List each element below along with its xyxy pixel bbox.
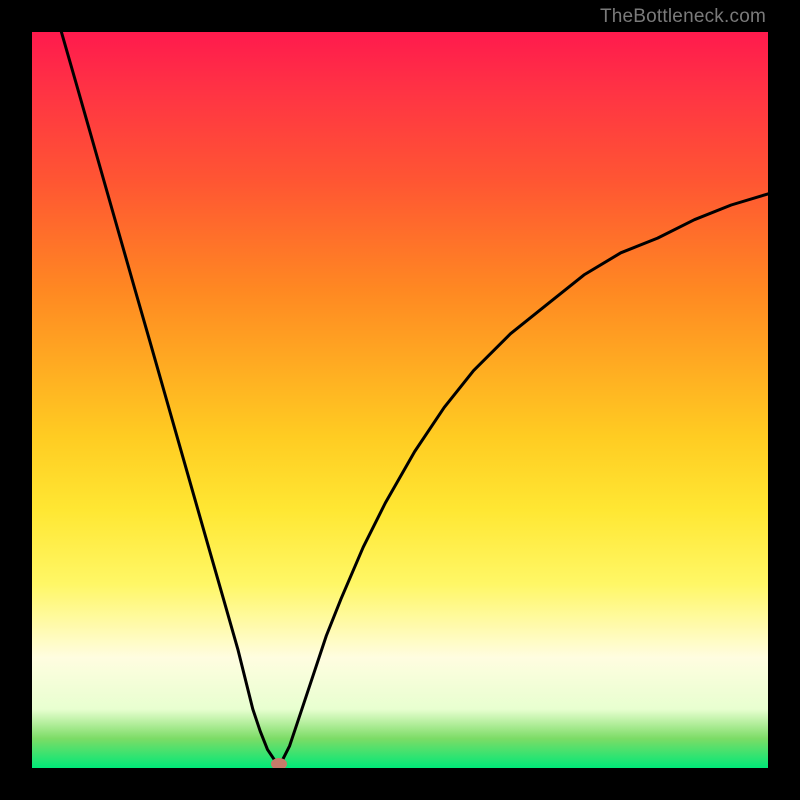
curve-svg [32,32,768,768]
bottleneck-curve [61,32,768,764]
optimum-marker [271,758,287,768]
chart-frame: TheBottleneck.com [0,0,800,800]
watermark-text: TheBottleneck.com [600,6,766,28]
plot-area [32,32,768,768]
